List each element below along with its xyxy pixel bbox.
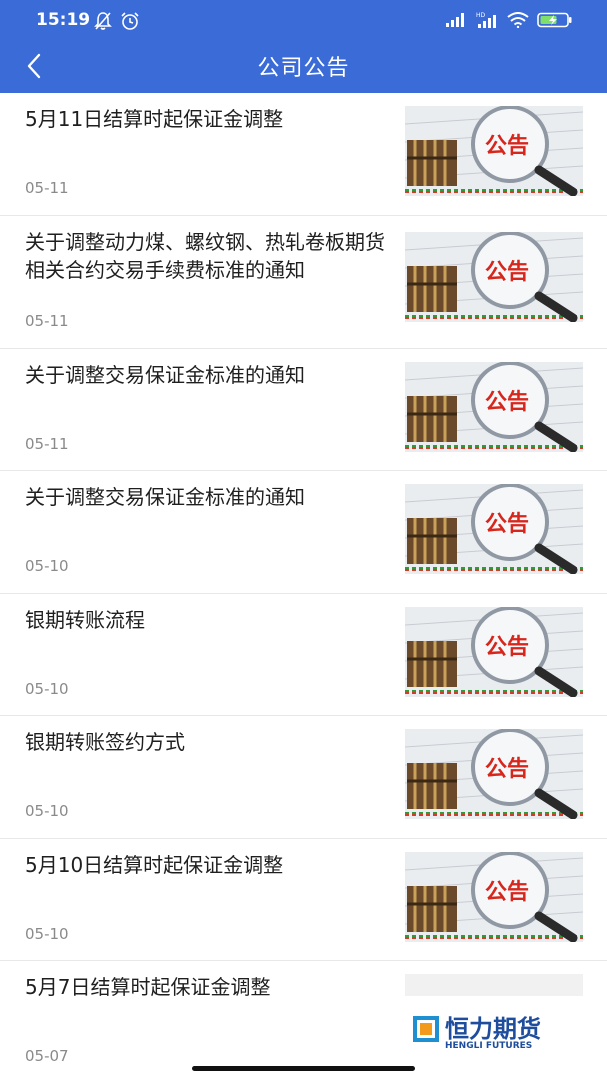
thumb-label: 公告 (485, 512, 529, 537)
signal-icon (446, 13, 464, 27)
list-item[interactable]: 5月10日结算时起保证金调整 05-10 公告 (0, 839, 607, 961)
list-item[interactable]: 5月7日结算时起保证金调整 05-07 恒力期货 HENGLI FUTURES (0, 961, 607, 1080)
list-item[interactable]: 关于调整交易保证金标准的通知 05-11 公告 (0, 349, 607, 471)
announcement-title: 银期转账流程 (25, 607, 145, 632)
thumb-label: 公告 (485, 134, 529, 159)
status-right-icons: HD (445, 11, 573, 29)
announcement-date: 05-10 (25, 679, 69, 698)
announcement-thumbnail: 公告 (405, 606, 583, 697)
thumb-label: 公告 (485, 757, 529, 782)
announcement-thumbnail: 公告 (405, 361, 583, 452)
status-left-icons (94, 11, 140, 31)
announcement-date: 05-10 (25, 802, 69, 820)
list-item[interactable]: 银期转账签约方式 05-10 公告 (0, 716, 607, 839)
announcement-date: 05-11 (25, 434, 69, 453)
announcement-title: 5月7日结算时起保证金调整 (25, 975, 271, 999)
list-item[interactable]: 关于调整动力煤、螺纹钢、热轧卷板期货相关合约交易手续费标准的通知 05-11 公… (0, 216, 607, 349)
announcement-title: 银期转账签约方式 (25, 730, 185, 754)
thumb-label: 公告 (485, 260, 529, 285)
announcement-list: 5月11日结算时起保证金调整 05-11 公告 关于调整动力煤、螺纹钢、热轧卷板… (0, 93, 607, 1080)
thumb-label: 公告 (485, 880, 529, 905)
hengli-logo-icon (413, 1016, 439, 1042)
logo-cn-text: 恒力期货 (445, 1015, 541, 1043)
announcement-title: 关于调整动力煤、螺纹钢、热轧卷板期货相关合约交易手续费标准的通知 (25, 229, 385, 282)
thumb-label: 公告 (485, 390, 529, 415)
home-indicator[interactable] (192, 1066, 415, 1071)
announcement-date: 05-11 (25, 311, 69, 330)
announcement-thumbnail: 公告 (405, 851, 583, 942)
announcement-date: 05-10 (25, 557, 69, 575)
wifi-icon (507, 12, 529, 28)
list-item[interactable]: 关于调整交易保证金标准的通知 05-10 公告 (0, 471, 607, 594)
logo-en-text: HENGLI FUTURES (445, 1041, 532, 1051)
status-bar: 15:19 HD (0, 0, 607, 44)
company-logo-thumbnail: 恒力期货 HENGLI FUTURES (405, 974, 583, 1064)
announcement-title: 5月11日结算时起保证金调整 (25, 107, 284, 131)
list-item[interactable]: 银期转账流程 05-10 公告 (0, 594, 607, 716)
announcement-thumbnail: 公告 (405, 231, 583, 322)
announcement-title: 5月10日结算时起保证金调整 (25, 852, 284, 877)
announcement-thumbnail: 公告 (405, 484, 583, 574)
announcement-date: 05-10 (25, 924, 69, 943)
alarm-clock-icon (121, 12, 139, 30)
announcement-date: 05-11 (25, 179, 69, 197)
page-title: 公司公告 (257, 56, 350, 81)
battery-charging-icon (537, 12, 572, 28)
signal-hd-icon: HD (476, 12, 496, 28)
status-time: 15:19 (36, 10, 91, 30)
announcement-title: 关于调整交易保证金标准的通知 (25, 362, 305, 387)
list-item[interactable]: 5月11日结算时起保证金调整 05-11 公告 (0, 93, 607, 216)
app-header: 15:19 HD 公司公告 (0, 0, 607, 93)
announcement-date: 05-07 (25, 1047, 69, 1065)
nav-bar: 公司公告 (0, 44, 607, 93)
bell-off-icon (94, 12, 112, 30)
announcement-title: 关于调整交易保证金标准的通知 (25, 485, 305, 509)
thumb-label: 公告 (485, 635, 529, 660)
announcement-thumbnail: 公告 (405, 729, 583, 819)
svg-text:HD: HD (476, 12, 486, 19)
announcement-thumbnail: 公告 (405, 106, 583, 196)
